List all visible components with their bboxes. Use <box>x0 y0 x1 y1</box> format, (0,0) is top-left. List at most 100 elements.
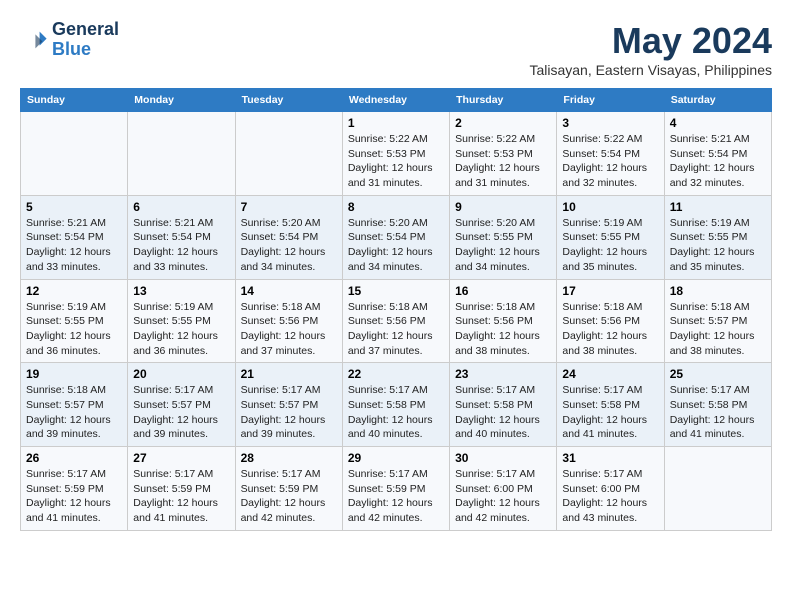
calendar-cell: 29 Sunrise: 5:17 AM Sunset: 5:59 PM Dayli… <box>342 447 449 531</box>
logo-icon <box>20 26 48 54</box>
day-content: Sunrise: 5:17 AM Sunset: 5:58 PM Dayligh… <box>348 383 444 442</box>
day-content: Sunrise: 5:19 AM Sunset: 5:55 PM Dayligh… <box>133 300 229 359</box>
day-number: 5 <box>26 200 122 214</box>
day-number: 17 <box>562 284 658 298</box>
day-number: 2 <box>455 116 551 130</box>
day-number: 7 <box>241 200 337 214</box>
day-number: 10 <box>562 200 658 214</box>
day-number: 11 <box>670 200 766 214</box>
day-content: Sunrise: 5:22 AM Sunset: 5:53 PM Dayligh… <box>455 132 551 191</box>
calendar-week-row: 5 Sunrise: 5:21 AM Sunset: 5:54 PM Daylig… <box>21 195 772 279</box>
day-content: Sunrise: 5:17 AM Sunset: 5:57 PM Dayligh… <box>133 383 229 442</box>
calendar-week-row: 26 Sunrise: 5:17 AM Sunset: 5:59 PM Dayli… <box>21 447 772 531</box>
day-number: 1 <box>348 116 444 130</box>
weekday-header-saturday: Saturday <box>664 89 771 112</box>
day-content: Sunrise: 5:17 AM Sunset: 5:58 PM Dayligh… <box>562 383 658 442</box>
weekday-header-sunday: Sunday <box>21 89 128 112</box>
calendar-cell: 24 Sunrise: 5:17 AM Sunset: 5:58 PM Dayli… <box>557 363 664 447</box>
month-title: May 2024 <box>529 20 772 62</box>
day-number: 31 <box>562 451 658 465</box>
day-content: Sunrise: 5:18 AM Sunset: 5:57 PM Dayligh… <box>26 383 122 442</box>
day-number: 3 <box>562 116 658 130</box>
calendar-cell: 31 Sunrise: 5:17 AM Sunset: 6:00 PM Dayli… <box>557 447 664 531</box>
calendar-cell: 17 Sunrise: 5:18 AM Sunset: 5:56 PM Dayli… <box>557 279 664 363</box>
day-number: 26 <box>26 451 122 465</box>
location-subtitle: Talisayan, Eastern Visayas, Philippines <box>529 62 772 78</box>
logo-text: General Blue <box>52 20 119 60</box>
calendar-cell: 3Sunrise: 5:22 AM Sunset: 5:54 PM Daylig… <box>557 112 664 196</box>
calendar-cell: 30 Sunrise: 5:17 AM Sunset: 6:00 PM Dayli… <box>450 447 557 531</box>
calendar-table: SundayMondayTuesdayWednesdayThursdayFrid… <box>20 88 772 531</box>
day-content: Sunrise: 5:20 AM Sunset: 5:54 PM Dayligh… <box>348 216 444 275</box>
calendar-cell: 28 Sunrise: 5:17 AM Sunset: 5:59 PM Dayli… <box>235 447 342 531</box>
calendar-cell: 6Sunrise: 5:21 AM Sunset: 5:54 PM Daylig… <box>128 195 235 279</box>
day-content: Sunrise: 5:21 AM Sunset: 5:54 PM Dayligh… <box>670 132 766 191</box>
day-content: Sunrise: 5:17 AM Sunset: 5:59 PM Dayligh… <box>241 467 337 526</box>
day-content: Sunrise: 5:18 AM Sunset: 5:56 PM Dayligh… <box>455 300 551 359</box>
day-number: 20 <box>133 367 229 381</box>
calendar-cell: 2 Sunrise: 5:22 AM Sunset: 5:53 PM Daylig… <box>450 112 557 196</box>
calendar-cell: 9 Sunrise: 5:20 AM Sunset: 5:55 PM Daylig… <box>450 195 557 279</box>
day-content: Sunrise: 5:19 AM Sunset: 5:55 PM Dayligh… <box>26 300 122 359</box>
day-number: 6 <box>133 200 229 214</box>
day-content: Sunrise: 5:17 AM Sunset: 5:59 PM Dayligh… <box>26 467 122 526</box>
day-content: Sunrise: 5:18 AM Sunset: 5:56 PM Dayligh… <box>348 300 444 359</box>
day-number: 29 <box>348 451 444 465</box>
calendar-cell <box>128 112 235 196</box>
calendar-cell: 5 Sunrise: 5:21 AM Sunset: 5:54 PM Daylig… <box>21 195 128 279</box>
day-content: Sunrise: 5:17 AM Sunset: 5:59 PM Dayligh… <box>348 467 444 526</box>
day-content: Sunrise: 5:20 AM Sunset: 5:55 PM Dayligh… <box>455 216 551 275</box>
day-content: Sunrise: 5:19 AM Sunset: 5:55 PM Dayligh… <box>670 216 766 275</box>
calendar-cell: 16 Sunrise: 5:18 AM Sunset: 5:56 PM Dayli… <box>450 279 557 363</box>
day-number: 15 <box>348 284 444 298</box>
day-content: Sunrise: 5:17 AM Sunset: 6:00 PM Dayligh… <box>455 467 551 526</box>
day-number: 22 <box>348 367 444 381</box>
day-content: Sunrise: 5:20 AM Sunset: 5:54 PM Dayligh… <box>241 216 337 275</box>
weekday-header-friday: Friday <box>557 89 664 112</box>
weekday-header-wednesday: Wednesday <box>342 89 449 112</box>
calendar-cell: 19 Sunrise: 5:18 AM Sunset: 5:57 PM Dayli… <box>21 363 128 447</box>
calendar-cell: 8 Sunrise: 5:20 AM Sunset: 5:54 PM Daylig… <box>342 195 449 279</box>
title-area: May 2024 Talisayan, Eastern Visayas, Phi… <box>529 20 772 78</box>
day-content: Sunrise: 5:18 AM Sunset: 5:56 PM Dayligh… <box>562 300 658 359</box>
calendar-cell: 26 Sunrise: 5:17 AM Sunset: 5:59 PM Dayli… <box>21 447 128 531</box>
calendar-cell: 20 Sunrise: 5:17 AM Sunset: 5:57 PM Dayli… <box>128 363 235 447</box>
day-number: 24 <box>562 367 658 381</box>
calendar-cell <box>21 112 128 196</box>
day-content: Sunrise: 5:17 AM Sunset: 5:58 PM Dayligh… <box>455 383 551 442</box>
calendar-week-row: 1 Sunrise: 5:22 AM Sunset: 5:53 PM Daylig… <box>21 112 772 196</box>
logo: General Blue <box>20 20 119 60</box>
day-content: Sunrise: 5:17 AM Sunset: 5:59 PM Dayligh… <box>133 467 229 526</box>
day-number: 30 <box>455 451 551 465</box>
weekday-header-row: SundayMondayTuesdayWednesdayThursdayFrid… <box>21 89 772 112</box>
calendar-cell: 25Sunrise: 5:17 AM Sunset: 5:58 PM Dayli… <box>664 363 771 447</box>
calendar-cell: 10Sunrise: 5:19 AM Sunset: 5:55 PM Dayli… <box>557 195 664 279</box>
day-number: 23 <box>455 367 551 381</box>
calendar-cell: 14Sunrise: 5:18 AM Sunset: 5:56 PM Dayli… <box>235 279 342 363</box>
day-number: 25 <box>670 367 766 381</box>
day-number: 19 <box>26 367 122 381</box>
calendar-cell: 15 Sunrise: 5:18 AM Sunset: 5:56 PM Dayli… <box>342 279 449 363</box>
weekday-header-thursday: Thursday <box>450 89 557 112</box>
day-content: Sunrise: 5:17 AM Sunset: 6:00 PM Dayligh… <box>562 467 658 526</box>
weekday-header-tuesday: Tuesday <box>235 89 342 112</box>
calendar-cell: 4Sunrise: 5:21 AM Sunset: 5:54 PM Daylig… <box>664 112 771 196</box>
calendar-week-row: 12Sunrise: 5:19 AM Sunset: 5:55 PM Dayli… <box>21 279 772 363</box>
day-content: Sunrise: 5:22 AM Sunset: 5:53 PM Dayligh… <box>348 132 444 191</box>
calendar-cell: 13Sunrise: 5:19 AM Sunset: 5:55 PM Dayli… <box>128 279 235 363</box>
day-number: 18 <box>670 284 766 298</box>
header: General Blue May 2024 Talisayan, Eastern… <box>20 20 772 78</box>
calendar-cell <box>664 447 771 531</box>
day-number: 8 <box>348 200 444 214</box>
day-number: 9 <box>455 200 551 214</box>
calendar-cell <box>235 112 342 196</box>
day-content: Sunrise: 5:21 AM Sunset: 5:54 PM Dayligh… <box>26 216 122 275</box>
day-number: 16 <box>455 284 551 298</box>
day-number: 28 <box>241 451 337 465</box>
calendar-week-row: 19 Sunrise: 5:18 AM Sunset: 5:57 PM Dayli… <box>21 363 772 447</box>
day-content: Sunrise: 5:18 AM Sunset: 5:57 PM Dayligh… <box>670 300 766 359</box>
calendar-cell: 22 Sunrise: 5:17 AM Sunset: 5:58 PM Dayli… <box>342 363 449 447</box>
calendar-cell: 21Sunrise: 5:17 AM Sunset: 5:57 PM Dayli… <box>235 363 342 447</box>
calendar-cell: 18 Sunrise: 5:18 AM Sunset: 5:57 PM Dayli… <box>664 279 771 363</box>
day-content: Sunrise: 5:18 AM Sunset: 5:56 PM Dayligh… <box>241 300 337 359</box>
